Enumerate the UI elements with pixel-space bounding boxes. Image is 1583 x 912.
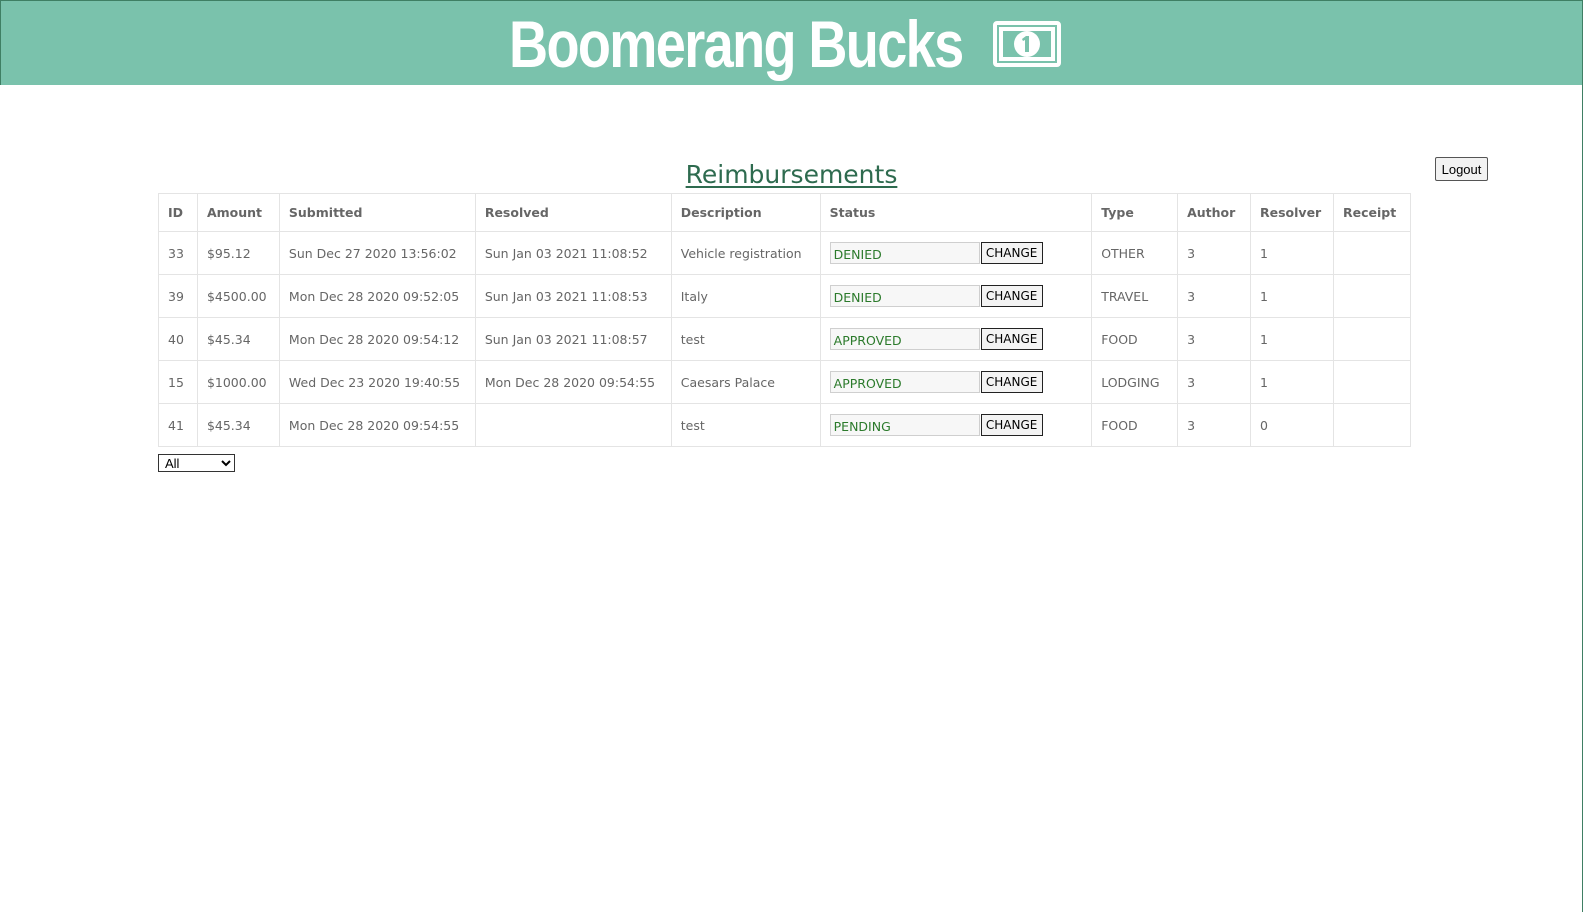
table-header-row: ID Amount Submitted Resolved Description… bbox=[158, 193, 1412, 232]
cell-submitted: Mon Dec 28 2020 09:52:05 bbox=[278, 274, 476, 318]
cell-resolved: Sun Jan 03 2021 11:08:52 bbox=[474, 231, 672, 275]
change-status-button[interactable]: CHANGE bbox=[980, 285, 1043, 307]
change-status-button[interactable]: CHANGE bbox=[980, 328, 1043, 350]
column-header-status: Status bbox=[819, 193, 1093, 232]
cell-submitted: Mon Dec 28 2020 09:54:12 bbox=[278, 317, 476, 361]
brand-title: Boomerang Bucks bbox=[509, 7, 964, 81]
cell-resolver: 1 bbox=[1250, 274, 1334, 318]
cell-amount: $95.12 bbox=[196, 231, 280, 275]
cell-author: 3 bbox=[1177, 317, 1251, 361]
cell-author: 3 bbox=[1177, 360, 1251, 404]
status-field[interactable]: DENIED bbox=[829, 285, 980, 307]
cell-type: TRAVEL bbox=[1091, 274, 1179, 318]
cell-amount: $45.34 bbox=[196, 317, 280, 361]
site-header: Boomerang Bucks bbox=[0, 0, 1582, 85]
column-header-type: Type bbox=[1091, 193, 1179, 232]
cell-amount: $45.34 bbox=[196, 403, 280, 447]
cell-id: 41 bbox=[158, 403, 198, 447]
change-status-button[interactable]: CHANGE bbox=[980, 414, 1043, 436]
column-header-author: Author bbox=[1177, 193, 1251, 232]
cell-author: 3 bbox=[1177, 274, 1251, 318]
cell-author: 3 bbox=[1177, 403, 1251, 447]
cell-resolver: 1 bbox=[1250, 360, 1334, 404]
status-filter-select[interactable]: All bbox=[158, 454, 235, 472]
table-row: 41 $45.34 Mon Dec 28 2020 09:54:55 test … bbox=[158, 403, 1412, 447]
cell-receipt bbox=[1332, 231, 1412, 275]
status-field[interactable]: DENIED bbox=[829, 242, 980, 264]
cell-status: APPROVED CHANGE bbox=[819, 360, 1093, 404]
column-header-resolver: Resolver bbox=[1250, 193, 1334, 232]
reimbursements-table: ID Amount Submitted Resolved Description… bbox=[158, 193, 1412, 447]
cell-id: 39 bbox=[158, 274, 198, 318]
cell-resolved: Sun Jan 03 2021 11:08:57 bbox=[474, 317, 672, 361]
app-frame: Boomerang Bucks Reimbursements Logout ID… bbox=[0, 0, 1583, 912]
cell-description: Caesars Palace bbox=[670, 360, 821, 404]
cell-id: 40 bbox=[158, 317, 198, 361]
change-status-button[interactable]: CHANGE bbox=[980, 242, 1043, 264]
cell-amount: $4500.00 bbox=[196, 274, 280, 318]
cell-description: Vehicle registration bbox=[670, 231, 821, 275]
cell-resolver: 1 bbox=[1250, 231, 1334, 275]
status-field[interactable]: APPROVED bbox=[829, 328, 980, 350]
cell-status: DENIED CHANGE bbox=[819, 274, 1093, 318]
cell-amount: $1000.00 bbox=[196, 360, 280, 404]
column-header-resolved: Resolved bbox=[474, 193, 672, 232]
table-row: 15 $1000.00 Wed Dec 23 2020 19:40:55 Mon… bbox=[158, 360, 1412, 404]
cell-resolver: 1 bbox=[1250, 317, 1334, 361]
cell-submitted: Wed Dec 23 2020 19:40:55 bbox=[278, 360, 476, 404]
cell-id: 33 bbox=[158, 231, 198, 275]
table-row: 33 $95.12 Sun Dec 27 2020 13:56:02 Sun J… bbox=[158, 231, 1412, 275]
cell-type: FOOD bbox=[1091, 403, 1179, 447]
cell-resolved: Sun Jan 03 2021 11:08:53 bbox=[474, 274, 672, 318]
cell-receipt bbox=[1332, 274, 1412, 318]
cell-description: test bbox=[670, 317, 821, 361]
column-header-amount: Amount bbox=[196, 193, 280, 232]
column-header-id: ID bbox=[158, 193, 198, 232]
cell-receipt bbox=[1332, 403, 1412, 447]
change-status-button[interactable]: CHANGE bbox=[980, 371, 1043, 393]
status-field[interactable]: APPROVED bbox=[829, 371, 980, 393]
cell-resolver: 0 bbox=[1250, 403, 1334, 447]
page-title: Reimbursements bbox=[0, 154, 1583, 191]
cell-resolved: Mon Dec 28 2020 09:54:55 bbox=[474, 360, 672, 404]
page-title-text: Reimbursements bbox=[685, 160, 898, 189]
cell-resolved bbox=[474, 403, 672, 447]
dollar-bill-icon bbox=[993, 21, 1061, 67]
cell-status: DENIED CHANGE bbox=[819, 231, 1093, 275]
cell-receipt bbox=[1332, 360, 1412, 404]
logout-button[interactable]: Logout bbox=[1435, 157, 1488, 181]
cell-id: 15 bbox=[158, 360, 198, 404]
column-header-description: Description bbox=[670, 193, 821, 232]
cell-submitted: Sun Dec 27 2020 13:56:02 bbox=[278, 231, 476, 275]
brand: Boomerang Bucks bbox=[509, 7, 1061, 81]
cell-status: PENDING CHANGE bbox=[819, 403, 1093, 447]
cell-description: Italy bbox=[670, 274, 821, 318]
cell-submitted: Mon Dec 28 2020 09:54:55 bbox=[278, 403, 476, 447]
cell-type: OTHER bbox=[1091, 231, 1179, 275]
cell-receipt bbox=[1332, 317, 1412, 361]
column-header-submitted: Submitted bbox=[278, 193, 476, 232]
table-row: 39 $4500.00 Mon Dec 28 2020 09:52:05 Sun… bbox=[158, 274, 1412, 318]
table-row: 40 $45.34 Mon Dec 28 2020 09:54:12 Sun J… bbox=[158, 317, 1412, 361]
cell-type: FOOD bbox=[1091, 317, 1179, 361]
cell-type: LODGING bbox=[1091, 360, 1179, 404]
column-header-receipt: Receipt bbox=[1332, 193, 1412, 232]
cell-status: APPROVED CHANGE bbox=[819, 317, 1093, 361]
cell-author: 3 bbox=[1177, 231, 1251, 275]
status-field[interactable]: PENDING bbox=[829, 414, 980, 436]
cell-description: test bbox=[670, 403, 821, 447]
